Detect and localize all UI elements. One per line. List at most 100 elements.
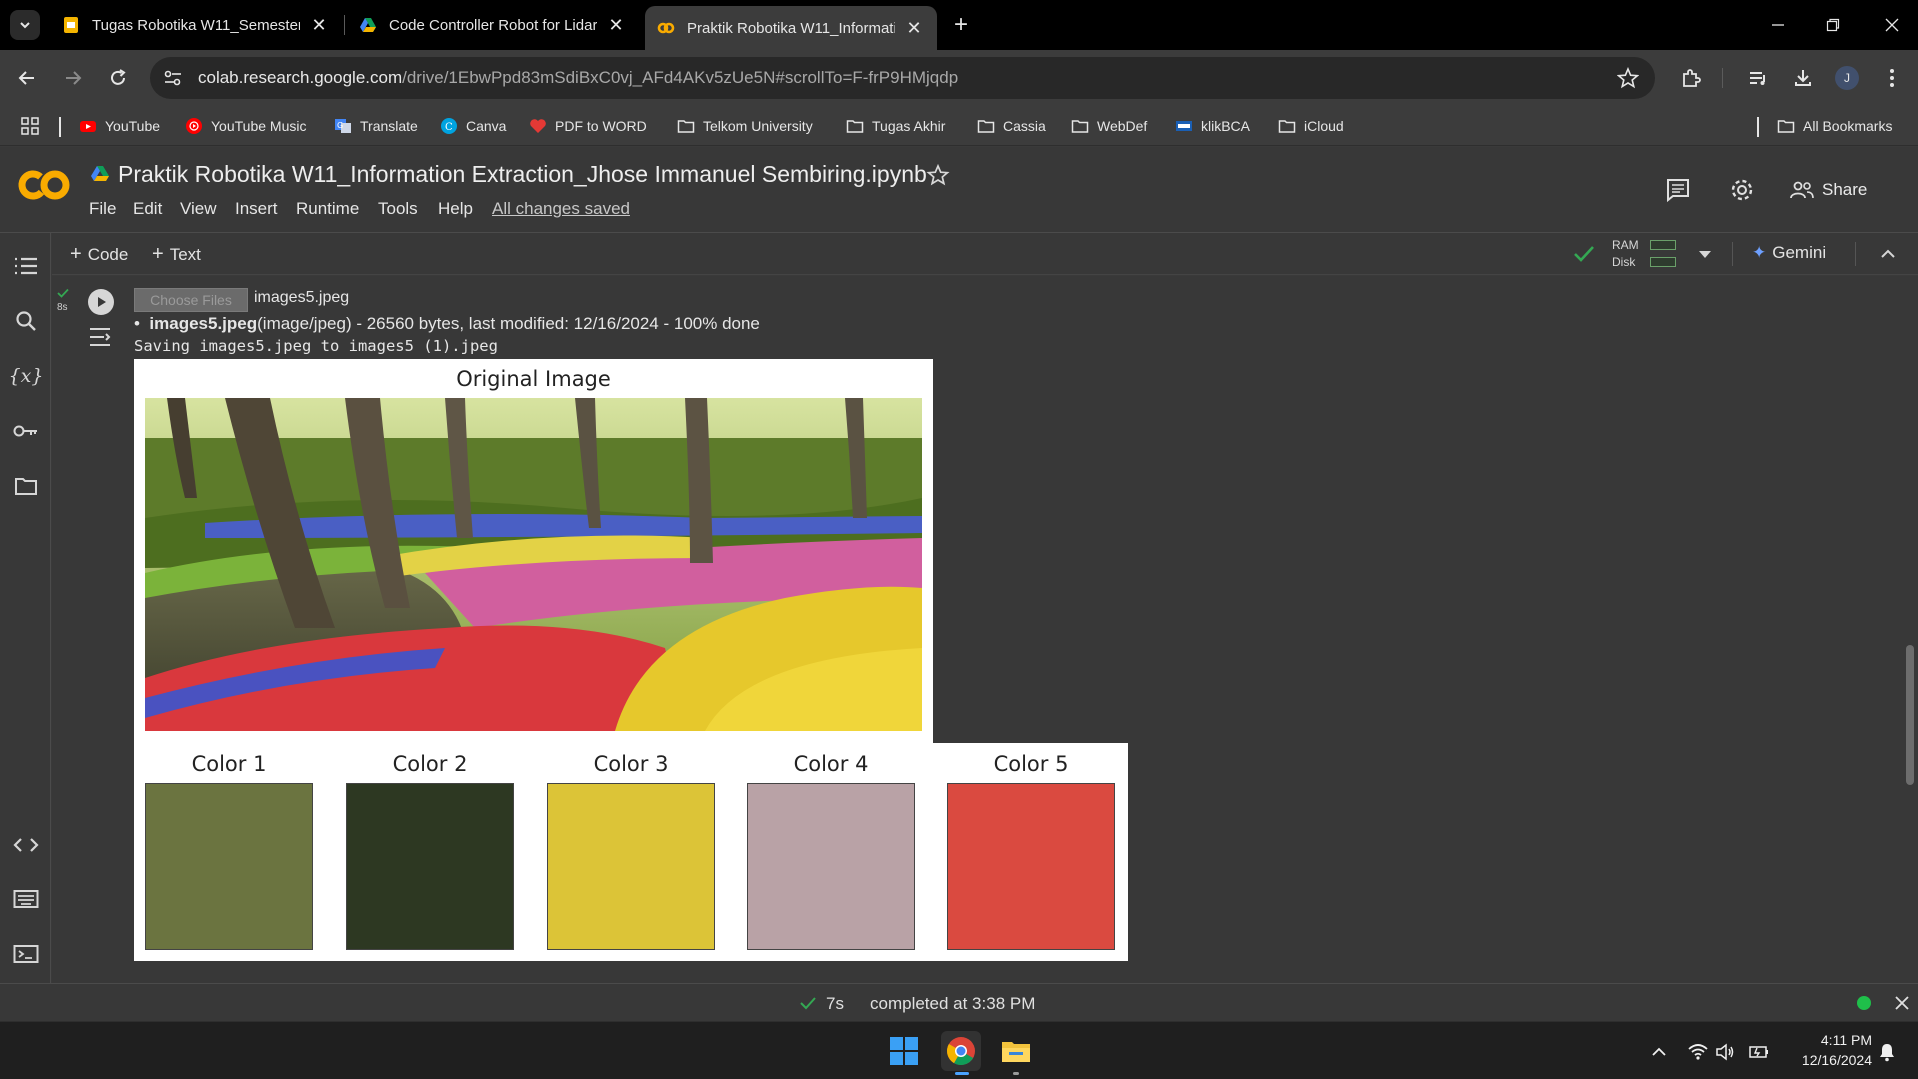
site-info-icon[interactable] bbox=[162, 68, 184, 88]
tab-praktik-robotika[interactable]: Praktik Robotika W11_Informati ✕ bbox=[645, 6, 937, 50]
bookmark-cassia[interactable]: Cassia bbox=[977, 115, 1046, 137]
share-button[interactable]: Share bbox=[1790, 175, 1867, 205]
bookmark-tugas-akhir[interactable]: Tugas Akhir bbox=[846, 115, 945, 137]
menu-view[interactable]: View bbox=[180, 199, 217, 219]
close-tab-icon[interactable]: ✕ bbox=[605, 14, 627, 36]
show-hidden-icons-chevron-icon[interactable] bbox=[1648, 1041, 1670, 1063]
choose-files-button[interactable]: Choose Files bbox=[134, 288, 248, 312]
chrome-menu-button[interactable] bbox=[1878, 64, 1906, 92]
status-completed[interactable]: completed at 3:38 PM bbox=[870, 994, 1035, 1014]
settings-button[interactable] bbox=[1727, 175, 1757, 205]
all-bookmarks-button[interactable]: All Bookmarks bbox=[1777, 115, 1892, 137]
resources-button[interactable]: RAM Disk bbox=[1612, 236, 1692, 272]
add-code-button[interactable]: + Code bbox=[70, 243, 128, 266]
folder-icon bbox=[1777, 120, 1795, 133]
save-status[interactable]: All changes saved bbox=[492, 199, 630, 219]
volume-icon[interactable] bbox=[1714, 1041, 1736, 1063]
tab-tugas-robotika[interactable]: Tugas Robotika W11_Semester ✕ bbox=[50, 8, 342, 42]
bookmarks-divider bbox=[59, 117, 61, 137]
menu-help[interactable]: Help bbox=[438, 199, 473, 219]
ram-label: RAM bbox=[1612, 238, 1639, 252]
chevron-up-icon[interactable] bbox=[1880, 247, 1896, 261]
close-icon[interactable] bbox=[1894, 995, 1910, 1011]
bookmark-label: iCloud bbox=[1304, 118, 1344, 134]
variables-button[interactable]: {x} bbox=[9, 361, 44, 391]
apps-grid-icon bbox=[21, 117, 39, 135]
colab-header: Praktik Robotika W11_Information Extract… bbox=[0, 147, 1918, 233]
close-tab-icon[interactable]: ✕ bbox=[308, 14, 330, 36]
close-tab-icon[interactable]: ✕ bbox=[903, 17, 925, 39]
output-actions-icon[interactable] bbox=[88, 326, 112, 348]
chevron-down-icon bbox=[20, 22, 30, 29]
profile-button[interactable]: J bbox=[1833, 64, 1861, 92]
find-button[interactable] bbox=[11, 306, 41, 336]
wifi-icon[interactable] bbox=[1687, 1041, 1709, 1063]
google-drive-icon[interactable] bbox=[90, 165, 110, 183]
bookmark-klikbca[interactable]: klikBCA bbox=[1175, 115, 1250, 137]
apps-button[interactable] bbox=[21, 115, 39, 137]
battery-icon[interactable] bbox=[1748, 1041, 1770, 1063]
downloads-button[interactable] bbox=[1789, 64, 1817, 92]
tab-code-controller[interactable]: Code Controller Robot for Lidar ✕ bbox=[347, 8, 639, 42]
comments-button[interactable] bbox=[1663, 175, 1693, 205]
menu-edit[interactable]: Edit bbox=[133, 199, 162, 219]
tab-search-button[interactable] bbox=[10, 10, 40, 40]
back-button[interactable] bbox=[13, 64, 41, 92]
bookmark-star-icon[interactable] bbox=[1617, 67, 1639, 89]
bookmark-youtube-music[interactable]: YouTube Music bbox=[185, 115, 306, 137]
color-swatch bbox=[547, 783, 715, 950]
bookmark-youtube[interactable]: YouTube bbox=[79, 115, 160, 137]
taskbar-clock[interactable]: 4:11 PM 12/16/2024 bbox=[1782, 1030, 1872, 1070]
check-icon bbox=[800, 997, 816, 1010]
left-sidebar: {x} bbox=[0, 233, 51, 983]
start-button[interactable] bbox=[884, 1031, 924, 1071]
bookmark-webdef[interactable]: WebDef bbox=[1071, 115, 1147, 137]
bookmark-pdf-to-word[interactable]: PDF to WORD bbox=[529, 115, 647, 137]
menu-insert[interactable]: Insert bbox=[235, 199, 278, 219]
svg-text:G: G bbox=[337, 121, 343, 130]
new-tab-button[interactable]: + bbox=[948, 11, 974, 38]
terminal-icon bbox=[13, 945, 39, 963]
folder-icon bbox=[677, 120, 695, 133]
menu-file[interactable]: File bbox=[89, 199, 116, 219]
terminal-button[interactable] bbox=[11, 939, 41, 969]
forward-button[interactable] bbox=[59, 64, 87, 92]
table-of-contents-button[interactable] bbox=[11, 251, 41, 281]
pdf-heart-icon bbox=[530, 119, 546, 133]
bookmark-icloud[interactable]: iCloud bbox=[1278, 115, 1344, 137]
close-window-button[interactable] bbox=[1872, 10, 1912, 40]
run-cell-button[interactable] bbox=[88, 289, 114, 315]
star-icon[interactable] bbox=[926, 163, 950, 187]
files-button[interactable] bbox=[11, 471, 41, 501]
caret-down-icon[interactable] bbox=[1698, 249, 1712, 259]
add-text-button[interactable]: + Text bbox=[152, 243, 201, 266]
toolbar-divider bbox=[1732, 242, 1733, 266]
url-text[interactable]: colab.research.google.com/drive/1EbwPpd8… bbox=[198, 68, 958, 88]
taskbar-chrome[interactable] bbox=[941, 1031, 981, 1075]
notification-bell-icon[interactable] bbox=[1876, 1041, 1898, 1063]
notebook-title[interactable]: Praktik Robotika W11_Information Extract… bbox=[118, 161, 927, 188]
bookmark-translate[interactable]: G Translate bbox=[334, 115, 418, 137]
colab-logo[interactable] bbox=[16, 167, 72, 203]
menu-runtime[interactable]: Runtime bbox=[296, 199, 359, 219]
command-palette-button[interactable] bbox=[11, 884, 41, 914]
bookmark-telkom-university[interactable]: Telkom University bbox=[677, 115, 813, 137]
minimize-icon bbox=[1772, 24, 1784, 26]
address-bar[interactable]: colab.research.google.com/drive/1EbwPpd8… bbox=[150, 57, 1655, 99]
toolbar-divider bbox=[1855, 242, 1856, 266]
menu-tools[interactable]: Tools bbox=[378, 199, 418, 219]
extensions-button[interactable] bbox=[1677, 64, 1705, 92]
notebook-scrollbar[interactable] bbox=[1906, 645, 1914, 785]
bookmark-canva[interactable]: C Canva bbox=[440, 115, 506, 137]
taskbar-file-explorer[interactable] bbox=[996, 1031, 1036, 1075]
gemini-button[interactable]: ✦ Gemini bbox=[1752, 243, 1826, 263]
avatar: J bbox=[1835, 66, 1859, 90]
bookmarks-bar: YouTube YouTube Music G Translate C Canv… bbox=[0, 106, 1918, 146]
secrets-button[interactable] bbox=[11, 416, 41, 446]
media-controls-button[interactable] bbox=[1744, 64, 1772, 92]
reload-button[interactable] bbox=[104, 64, 132, 92]
restore-button[interactable] bbox=[1813, 10, 1853, 40]
cell-success-check-icon bbox=[57, 288, 69, 298]
code-snippets-button[interactable] bbox=[11, 830, 41, 860]
minimize-button[interactable] bbox=[1758, 10, 1798, 40]
